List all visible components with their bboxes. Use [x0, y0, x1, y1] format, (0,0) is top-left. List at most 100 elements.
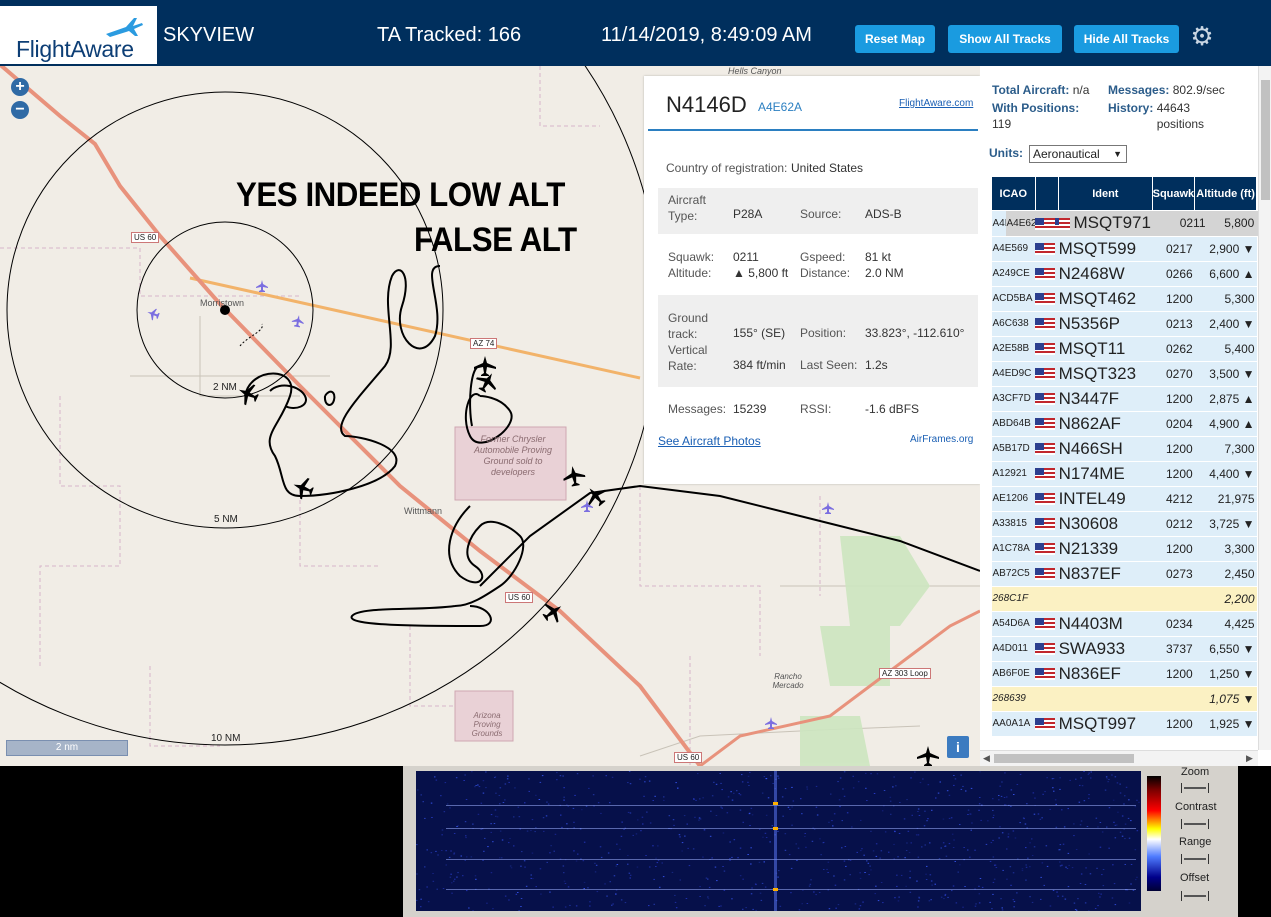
- table-row[interactable]: A12921 N174ME 1200 4,400 ▼: [991, 461, 1257, 487]
- table-row[interactable]: A1C78A N21339 1200 3,300: [991, 536, 1257, 562]
- us-flag-icon: [1035, 618, 1056, 631]
- annotation-false-alt: FALSE ALT: [414, 221, 577, 259]
- table-cell-altitude: 5,300: [1194, 286, 1257, 312]
- table-cell-altitude: 2,900 ▼: [1194, 236, 1257, 262]
- table-row[interactable]: A33815 N30608 0212 3,725 ▼: [991, 511, 1257, 537]
- table-cell-squawk: 0213: [1152, 311, 1195, 337]
- us-flag-icon: [1035, 218, 1056, 231]
- show-all-tracks-button[interactable]: Show All Tracks: [948, 25, 1062, 53]
- gear-icon[interactable]: ⚙: [1188, 22, 1216, 50]
- reset-map-button[interactable]: Reset Map: [855, 25, 935, 53]
- table-row[interactable]: A2E58B MSQT11 0262 5,400: [991, 336, 1257, 362]
- annotation-low-alt: YES INDEED LOW ALT: [236, 176, 565, 214]
- table-cell-icao: A4E569: [991, 236, 1036, 262]
- table-cell-ident: N836EF: [1058, 661, 1153, 687]
- table-cell-altitude: 4,900 ▲: [1194, 411, 1257, 437]
- units-select[interactable]: Aeronautical ▼: [1029, 145, 1127, 163]
- flag-cell: [1035, 311, 1059, 337]
- table-row[interactable]: AB6F0E N836EF 1200 1,250 ▼: [991, 661, 1257, 687]
- table-cell-squawk: [1152, 586, 1195, 612]
- place-label: Arizona Proving Grounds: [471, 711, 503, 738]
- flag-cell: [1035, 336, 1059, 362]
- col-altitude[interactable]: Altitude (ft): [1194, 176, 1257, 211]
- us60-highway: [0, 66, 702, 766]
- table-row[interactable]: ABD64B N862AF 0204 4,900 ▲: [991, 411, 1257, 437]
- table-row[interactable]: A3CF7D N3447F 1200 2,875 ▲: [991, 386, 1257, 412]
- rssi-value: -1.6 dBFS: [865, 402, 920, 416]
- flightaware-logo[interactable]: FlightAware: [0, 6, 157, 64]
- table-row[interactable]: 268C1F 2,200: [991, 586, 1257, 612]
- source-label: Source:: [800, 207, 842, 221]
- table-cell-icao: A6C638: [991, 311, 1036, 337]
- rssi-label: RSSI:: [800, 402, 832, 416]
- selected-hex: A4E62A: [758, 100, 803, 114]
- table-cell-altitude: 21,975: [1194, 486, 1257, 512]
- table-cell-squawk: 1200: [1152, 286, 1195, 312]
- gspeed-label: Gspeed:: [800, 250, 846, 264]
- table-cell-squawk: 0262: [1152, 336, 1195, 362]
- aircraft-photos-link[interactable]: See Aircraft Photos: [658, 434, 761, 448]
- altitude-label: Altitude:: [668, 266, 712, 280]
- table-cell-squawk: 3737: [1152, 636, 1195, 662]
- units-value: Aeronautical: [1033, 147, 1100, 161]
- table-row[interactable]: AE1206 INTEL49 4212 21,975: [991, 486, 1257, 512]
- table-cell-squawk: 0273: [1152, 561, 1195, 587]
- col-ident[interactable]: Ident: [1058, 176, 1153, 211]
- table-cell-ident: MSQT11: [1058, 336, 1153, 362]
- col-flag[interactable]: [1034, 176, 1060, 211]
- zoom-slider[interactable]: [1181, 783, 1209, 793]
- info-icon[interactable]: i: [947, 736, 969, 758]
- flightaware-link[interactable]: FlightAware.com: [899, 98, 973, 109]
- last-seen-label: Last Seen:: [800, 358, 858, 372]
- table-row[interactable]: ACD5BA MSQT462 1200 5,300: [991, 286, 1257, 312]
- scroll-left-icon[interactable]: ◀: [983, 753, 990, 764]
- country-label: Country of registration:: [666, 161, 788, 175]
- table-cell-squawk: 0266: [1152, 261, 1195, 287]
- table-row[interactable]: A6C638 N5356P 0213 2,400 ▼: [991, 311, 1257, 337]
- table-cell-altitude: 1,075 ▼: [1194, 686, 1257, 712]
- table-cell-icao: 268C1F: [991, 586, 1036, 612]
- hide-all-tracks-button[interactable]: Hide All Tracks: [1074, 25, 1179, 53]
- table-cell-icao: AB6F0E: [991, 661, 1036, 687]
- road-shield: AZ 74: [470, 338, 498, 349]
- range-slider[interactable]: [1181, 854, 1209, 864]
- table-row[interactable]: 268639 1,075 ▼: [991, 686, 1257, 712]
- us-flag-icon: [1035, 543, 1056, 556]
- scrollbar-thumb[interactable]: [994, 754, 1134, 763]
- position-value: 33.823°, -112.610°: [865, 326, 965, 340]
- table-row[interactable]: A4E569 MSQT599 0217 2,900 ▼: [991, 236, 1257, 262]
- squawk-value: 0211: [733, 250, 759, 264]
- table-row[interactable]: A4D011 SWA933 3737 6,550 ▼: [991, 636, 1257, 662]
- us-flag-icon: [1035, 368, 1056, 381]
- scroll-right-icon[interactable]: ▶: [1246, 753, 1253, 764]
- table-row[interactable]: AA0A1A MSQT997 1200 1,925 ▼: [991, 711, 1257, 737]
- scrollbar-thumb[interactable]: [1261, 80, 1270, 200]
- col-icao[interactable]: ICAO: [991, 176, 1036, 211]
- table-row[interactable]: A4ED9C MSQT323 0270 3,500 ▼: [991, 361, 1257, 387]
- table-cell-icao: A33815: [991, 511, 1036, 537]
- table-row[interactable]: AB72C5 N837EF 0273 2,450: [991, 561, 1257, 587]
- us-flag-icon: [1035, 393, 1056, 406]
- table-row[interactable]: A249CE N2468W 0266 6,600 ▲: [991, 261, 1257, 287]
- contrast-slider[interactable]: [1181, 819, 1209, 829]
- vertical-scrollbar[interactable]: [1258, 66, 1271, 750]
- col-squawk[interactable]: Squawk: [1151, 176, 1196, 211]
- table-cell-squawk: 0217: [1152, 236, 1195, 262]
- table-cell-squawk: 4212: [1152, 486, 1195, 512]
- range-label: Range: [1179, 836, 1212, 848]
- squawk-label: Squawk:: [668, 250, 715, 264]
- table-cell-ident: MSQT462: [1058, 286, 1153, 312]
- table-cell-ident: [1058, 686, 1153, 712]
- table-row[interactable]: A5B17D N466SH 1200 7,300: [991, 436, 1257, 462]
- table-row[interactable]: A54D6A N4403M 0234 4,425: [991, 611, 1257, 637]
- table-cell-ident: N4403M: [1058, 611, 1153, 637]
- messages-rate-label: Messages:: [1108, 83, 1170, 97]
- horizontal-scrollbar[interactable]: ◀ ▶: [980, 750, 1258, 766]
- zoom-in-button[interactable]: +: [11, 78, 29, 96]
- offset-slider[interactable]: [1181, 891, 1209, 901]
- zoom-out-button[interactable]: −: [11, 101, 29, 119]
- waterfall-display[interactable]: [416, 771, 1141, 911]
- airframes-link[interactable]: AirFrames.org: [910, 434, 973, 445]
- table-cell-ident: MSQT323: [1058, 361, 1153, 387]
- messages-value: 15239: [733, 402, 767, 416]
